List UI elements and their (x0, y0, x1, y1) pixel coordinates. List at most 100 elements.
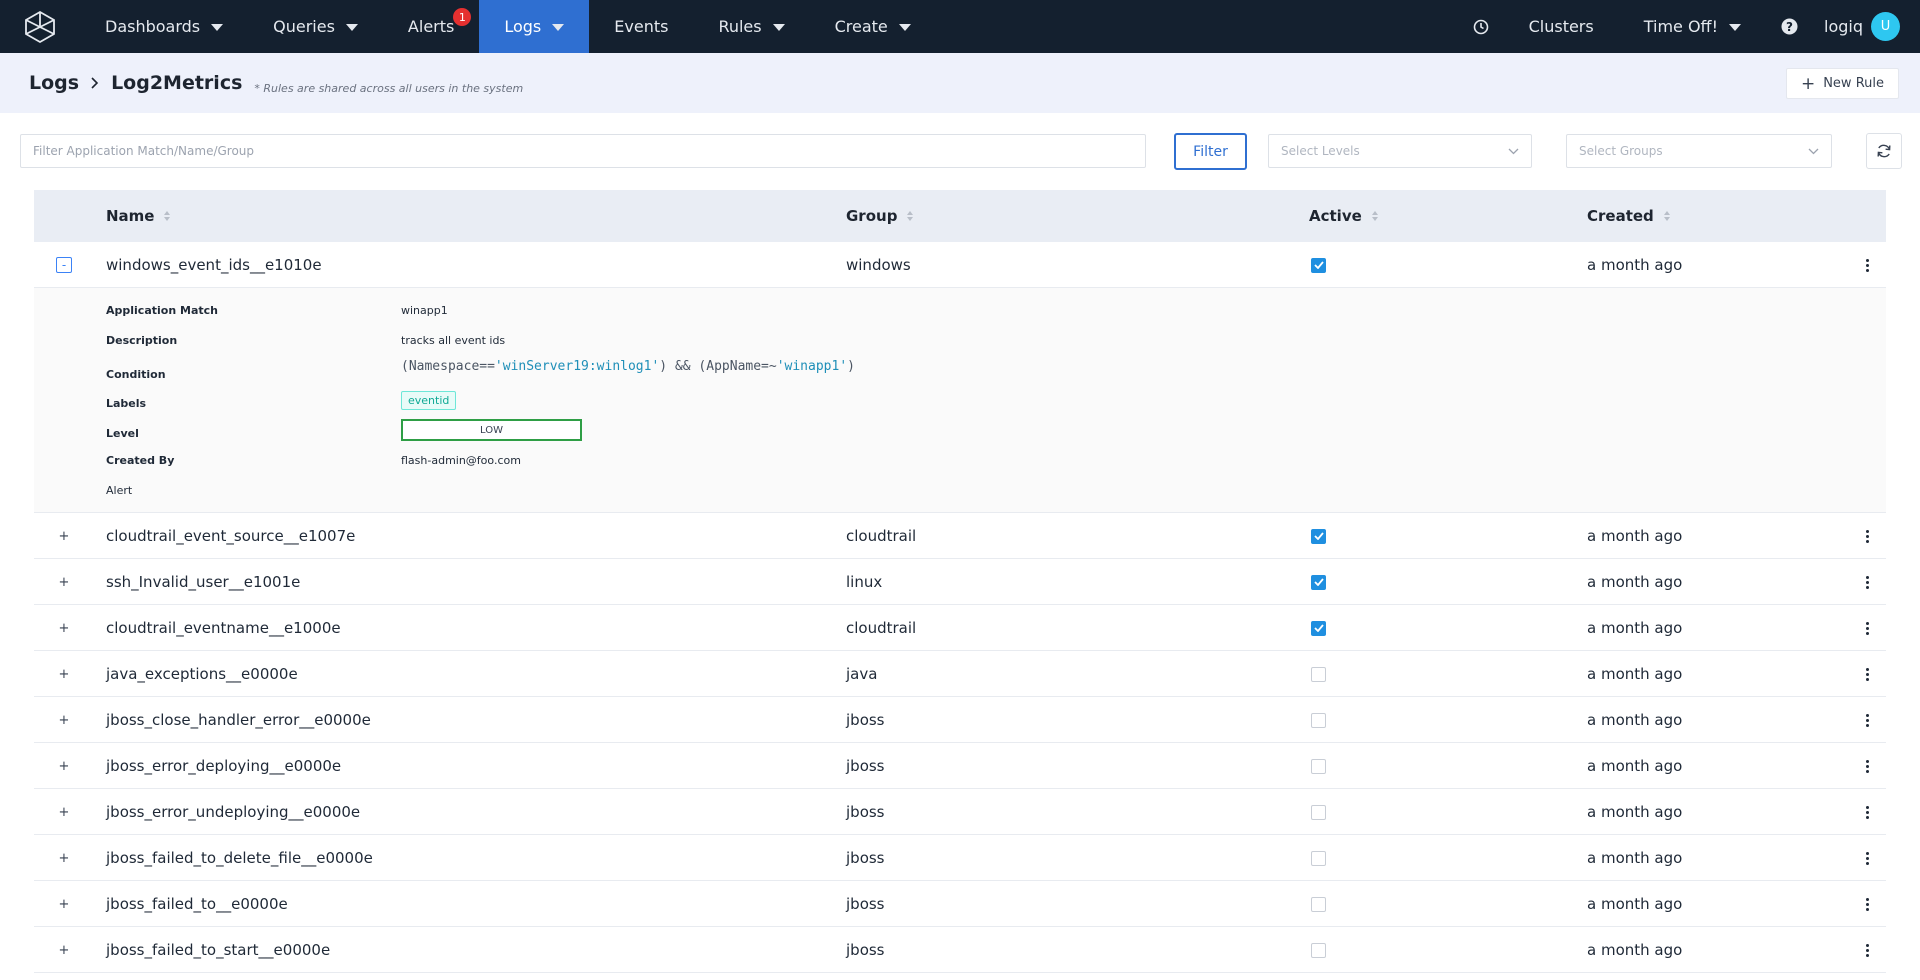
active-checkbox[interactable] (1311, 666, 1326, 682)
more-options-icon[interactable] (1862, 605, 1872, 651)
active-checkbox[interactable] (1311, 942, 1326, 958)
table-row[interactable]: + cloudtrail_eventname__e1000e cloudtrail a… (34, 605, 1886, 651)
rule-group: linux (846, 573, 883, 591)
active-checkbox-cell (1311, 605, 1326, 651)
filter-button[interactable]: Filter (1174, 133, 1247, 170)
table-row[interactable]: + jboss_error_undeploying__e0000e jboss a m… (34, 789, 1886, 835)
active-checkbox[interactable] (1311, 574, 1326, 590)
more-options-icon[interactable] (1862, 513, 1872, 559)
expand-toggle[interactable]: + (56, 712, 72, 728)
logo-icon[interactable] (0, 0, 80, 53)
search-input[interactable]: Filter Application Match/Name/Group (20, 134, 1146, 168)
table-row[interactable]: + jboss_error_deploying__e0000e jboss a mon… (34, 743, 1886, 789)
help-icon[interactable]: ? (1766, 0, 1812, 53)
nav-clusters[interactable]: Clusters (1504, 0, 1619, 53)
detail-label: Condition (106, 367, 166, 381)
table-row[interactable]: + ssh_Invalid_user__e1001e linux a month ag… (34, 559, 1886, 605)
active-checkbox[interactable] (1311, 620, 1326, 636)
refresh-button[interactable] (1866, 133, 1902, 169)
levels-select[interactable]: Select Levels (1268, 134, 1532, 168)
nav-logs[interactable]: Logs (479, 0, 590, 53)
detail-labels: Labels eventid (106, 390, 1806, 410)
expand-toggle[interactable]: + (56, 666, 72, 682)
user-menu[interactable]: logiq U (1812, 0, 1920, 53)
active-checkbox[interactable] (1311, 257, 1326, 273)
more-options-icon[interactable] (1862, 881, 1872, 927)
rule-name: cloudtrail_eventname__e1000e (106, 619, 341, 637)
column-created[interactable]: Created (1587, 207, 1670, 225)
check-icon (1313, 261, 1324, 269)
breadcrumb-root[interactable]: Logs (29, 72, 79, 94)
level-badge: LOW (401, 419, 582, 441)
rule-group: jboss (846, 849, 885, 867)
nav-queries[interactable]: Queries (248, 0, 383, 53)
chevron-down-icon (345, 24, 358, 31)
nav-timeoff[interactable]: Time Off! (1619, 0, 1766, 53)
column-group[interactable]: Group (846, 207, 914, 225)
table-row[interactable]: + jboss_close_handler_error__e0000e jboss a… (34, 697, 1886, 743)
expand-toggle[interactable]: + (56, 620, 72, 636)
nav-label: Rules (718, 17, 762, 36)
more-options-icon[interactable] (1862, 743, 1872, 789)
new-rule-label: New Rule (1823, 76, 1884, 91)
expand-toggle[interactable]: + (56, 942, 72, 958)
column-active[interactable]: Active (1309, 207, 1378, 225)
more-options-icon[interactable] (1862, 697, 1872, 743)
active-checkbox[interactable] (1311, 758, 1326, 774)
chevron-down-icon (1729, 24, 1741, 31)
rule-group: windows (846, 256, 911, 274)
expand-toggle[interactable]: + (56, 850, 72, 866)
expand-toggle[interactable]: + (56, 758, 72, 774)
active-checkbox[interactable] (1311, 896, 1326, 912)
active-checkbox[interactable] (1311, 850, 1326, 866)
more-options-icon[interactable] (1862, 651, 1872, 697)
expand-toggle[interactable]: + (56, 804, 72, 820)
expand-toggle[interactable]: + (56, 528, 72, 544)
rule-created: a month ago (1587, 711, 1683, 729)
detail-description: Description tracks all event ids (106, 330, 1806, 350)
rules-table: Name Group Active Created - windows_even… (34, 190, 1886, 973)
breadcrumb: Logs Log2Metrics * Rules are shared acro… (29, 72, 523, 95)
active-checkbox[interactable] (1311, 528, 1326, 544)
table-header: Name Group Active Created (34, 190, 1886, 242)
plus-icon: + (1800, 73, 1816, 94)
rule-group: cloudtrail (846, 619, 917, 637)
table-row[interactable]: + jboss_failed_to_start__e0000e jboss a mon… (34, 927, 1886, 973)
expand-toggle[interactable]: + (56, 896, 72, 912)
expand-toggle[interactable]: + (56, 574, 72, 590)
chevron-right-icon (91, 74, 99, 93)
rule-name: jboss_failed_to_delete_file__e0000e (106, 849, 373, 867)
active-checkbox[interactable] (1311, 804, 1326, 820)
nav-rules[interactable]: Rules (693, 0, 809, 53)
column-created-label: Created (1587, 207, 1654, 225)
more-options-icon[interactable] (1862, 242, 1872, 288)
detail-label: Alert (106, 483, 133, 497)
new-rule-button[interactable]: + New Rule (1785, 68, 1899, 99)
nav-dashboards[interactable]: Dashboards (80, 0, 248, 53)
more-options-icon[interactable] (1862, 927, 1872, 973)
clock-icon[interactable] (1458, 0, 1504, 53)
detail-label: Created By (106, 453, 175, 467)
more-options-icon[interactable] (1862, 559, 1872, 605)
groups-placeholder: Select Groups (1579, 144, 1663, 158)
more-options-icon[interactable] (1862, 789, 1872, 835)
nav-alerts[interactable]: Alerts 1 (383, 0, 479, 53)
nav-events[interactable]: Events (589, 0, 693, 53)
table-row[interactable]: + cloudtrail_event_source__e1007e cloudtra… (34, 513, 1886, 559)
table-row[interactable]: + jboss_failed_to__e0000e jboss a month ago (34, 881, 1886, 927)
nav-create[interactable]: Create (810, 0, 936, 53)
table-row[interactable]: + jboss_failed_to_delete_file__e0000e jbos… (34, 835, 1886, 881)
more-options-icon[interactable] (1862, 835, 1872, 881)
rule-created: a month ago (1587, 757, 1683, 775)
detail-label: Labels (106, 396, 147, 410)
column-name-label: Name (106, 207, 155, 225)
detail-level: Level LOW (106, 419, 1806, 441)
active-checkbox-cell (1311, 789, 1326, 835)
detail-label: Description (106, 333, 178, 347)
active-checkbox[interactable] (1311, 712, 1326, 728)
column-name[interactable]: Name (106, 207, 171, 225)
groups-select[interactable]: Select Groups (1566, 134, 1832, 168)
collapse-toggle[interactable]: - (56, 257, 72, 273)
table-row[interactable]: + java_exceptions__e0000e java a month ago (34, 651, 1886, 697)
table-row-expanded[interactable]: - windows_event_ids__e1010e windows a mo… (34, 242, 1886, 288)
